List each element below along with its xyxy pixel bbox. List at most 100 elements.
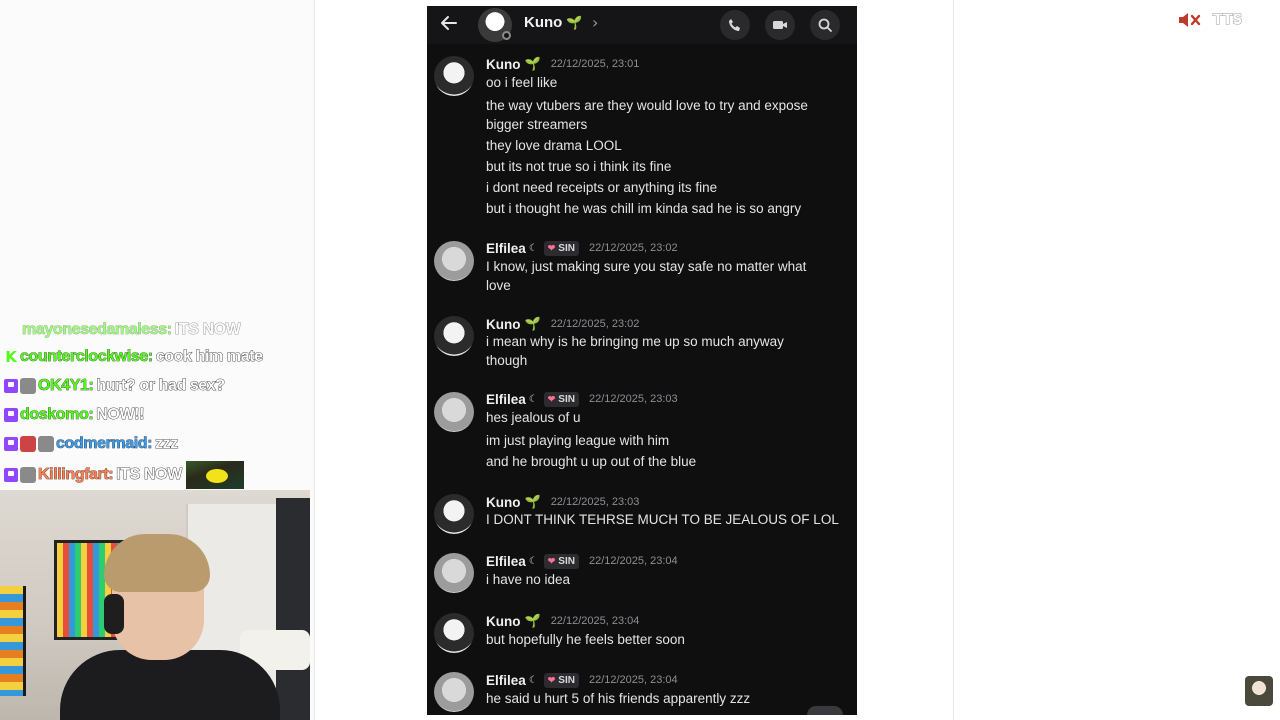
moon-icon: ☾ [528, 393, 538, 405]
chat-message-group: Kuno 🌱 22/12/2025, 23:02 i mean why is he… [427, 315, 857, 371]
chat-message: codmermaid: zzz [0, 429, 310, 458]
user-badge-icon [20, 377, 36, 394]
message-author[interactable]: Kuno [486, 495, 521, 510]
heart-icon: ❤ [547, 393, 556, 404]
chat-username: Killingfart: [38, 466, 114, 484]
dm-header: Kuno 🌱 › [427, 6, 857, 44]
chat-emote-image [185, 461, 244, 489]
heart-icon: ❤ [547, 242, 556, 253]
message-timestamp: 22/12/2025, 23:03 [588, 393, 678, 405]
corner-avatar [1245, 676, 1273, 706]
user-avatar[interactable] [434, 553, 474, 593]
status-indicator-icon [502, 31, 511, 40]
role-tag-label: SIN [558, 242, 575, 254]
message-text: but i thought he was chill im kinda sad … [486, 201, 802, 216]
message-timestamp: 22/12/2025, 23:02 [550, 318, 640, 330]
stream-chat: mayonesedamaless: ITS NOW K counterclock… [0, 318, 310, 492]
chat-message-group: Elfilea ☾ ❤ SIN 22/12/2025, 23:03 hes jeal… [427, 390, 857, 474]
webcam-wall-art [0, 586, 26, 696]
message-text: i have no idea [486, 572, 571, 587]
role-tag-label: SIN [558, 674, 575, 686]
chat-username: counterclockwise: [20, 347, 154, 365]
message-text: but its not true so i think its fine [486, 159, 672, 174]
chat-message-group: Kuno 🌱 22/12/2025, 23:01 oo i feel like t… [427, 55, 857, 225]
chat-message-group: Kuno 🌱 22/12/2025, 23:03 I DONT THINK TEH… [427, 493, 857, 535]
user-badge-icon [20, 435, 36, 452]
role-tag-label: SIN [558, 555, 575, 567]
message-text: oo i feel like [486, 75, 558, 90]
message-header: Elfilea ☾ ❤ SIN 22/12/2025, 23:02 [486, 239, 678, 257]
discord-dm-screenshot: Kuno 🌱 › Kuno 🌱 22/12/2025, 23:01 oo i fee… [427, 6, 857, 715]
twitch-icon [4, 436, 18, 451]
message-timestamp: 22/12/2025, 23:01 [550, 58, 640, 70]
message-author[interactable]: Elfilea [486, 673, 526, 688]
sprout-icon: 🌱 [566, 15, 583, 30]
sprout-icon: 🌱 [524, 316, 541, 332]
video-camera-icon[interactable] [765, 10, 795, 40]
headphones-icon [104, 594, 124, 634]
phone-call-icon[interactable] [720, 10, 750, 40]
tts-label: TTS [1213, 12, 1243, 29]
message-author[interactable]: Elfilea [486, 241, 526, 256]
message-text: I DONT THINK TEHRSE MUCH TO BE JEALOUS O… [486, 512, 839, 527]
twitch-icon [4, 407, 18, 422]
message-author[interactable]: Kuno [486, 614, 521, 629]
message-author[interactable]: Kuno [486, 57, 521, 72]
message-timestamp: 22/12/2025, 23:03 [550, 496, 640, 508]
message-author[interactable]: Elfilea [486, 554, 526, 569]
message-text: love [486, 278, 511, 293]
tts-indicator: TTS [1177, 10, 1243, 30]
sprout-icon: 🌱 [524, 613, 541, 629]
user-avatar[interactable] [434, 672, 474, 712]
message-header: Kuno 🌱 22/12/2025, 23:04 [486, 612, 639, 630]
jump-to-bottom-button[interactable] [807, 706, 843, 715]
webcam-feed [0, 490, 310, 720]
role-tag-label: SIN [558, 393, 575, 405]
speaker-muted-icon [1177, 10, 1203, 30]
message-timestamp: 22/12/2025, 23:04 [588, 555, 678, 567]
role-tag: ❤ SIN [543, 672, 579, 688]
message-text: I know, just making sure you stay safe n… [486, 259, 807, 274]
message-text: the way vtubers are they would love to t… [486, 98, 808, 113]
user-avatar[interactable] [434, 56, 474, 96]
chat-message-group: Elfilea ☾ ❤ SIN 22/12/2025, 23:04 i have n… [427, 552, 857, 594]
message-timestamp: 22/12/2025, 23:02 [588, 242, 678, 254]
back-arrow-icon[interactable] [439, 13, 461, 35]
kick-icon: K [5, 347, 17, 366]
search-icon[interactable] [810, 10, 840, 40]
chat-username: mayonesedamaless: [22, 321, 173, 339]
message-header: Kuno 🌱 22/12/2025, 23:02 [486, 315, 639, 333]
moon-icon: ☾ [528, 242, 538, 254]
chat-text: ITS NOW [116, 466, 183, 484]
chat-message: Killingfart: ITS NOW [0, 458, 310, 492]
message-text: hes jealous of u [486, 410, 581, 425]
message-text: and he brought u up out of the blue [486, 454, 697, 469]
message-text: i dont need receipts or anything its fin… [486, 180, 718, 195]
chevron-right-icon[interactable]: › [592, 13, 598, 32]
user-avatar[interactable] [434, 316, 474, 356]
user-avatar[interactable] [434, 241, 474, 281]
chat-message-group: Elfilea ☾ ❤ SIN 22/12/2025, 23:02 I know, … [427, 239, 857, 295]
chat-text: hurt? or had sex? [96, 376, 226, 394]
stream-overlay: mayonesedamaless: ITS NOW K counterclock… [0, 0, 314, 720]
chat-message-group: Kuno 🌱 22/12/2025, 23:04 but hopefully he… [427, 612, 857, 654]
user-avatar[interactable] [434, 392, 474, 432]
message-author[interactable]: Kuno [486, 317, 521, 332]
user-avatar[interactable] [434, 494, 474, 534]
twitch-icon [4, 378, 18, 393]
user-avatar[interactable] [434, 613, 474, 653]
message-text: im just playing league with him [486, 433, 670, 448]
message-author[interactable]: Elfilea [486, 392, 526, 407]
user-badge-icon [38, 435, 54, 452]
contact-name[interactable]: Kuno 🌱 [524, 14, 583, 31]
chat-text: zzz [155, 434, 179, 452]
chat-message: doskomo: NOW!! [0, 400, 310, 429]
message-text: though [486, 353, 528, 368]
chat-message: K counterclockwise: cook him mate [0, 342, 310, 371]
message-header: Elfilea ☾ ❤ SIN 22/12/2025, 23:04 [486, 552, 678, 570]
message-header: Kuno 🌱 22/12/2025, 23:03 [486, 493, 639, 511]
message-text: bigger streamers [486, 117, 588, 132]
sprout-icon: 🌱 [524, 56, 541, 72]
chat-username: codmermaid: [56, 434, 153, 452]
chat-message: mayonesedamaless: ITS NOW [0, 318, 310, 342]
